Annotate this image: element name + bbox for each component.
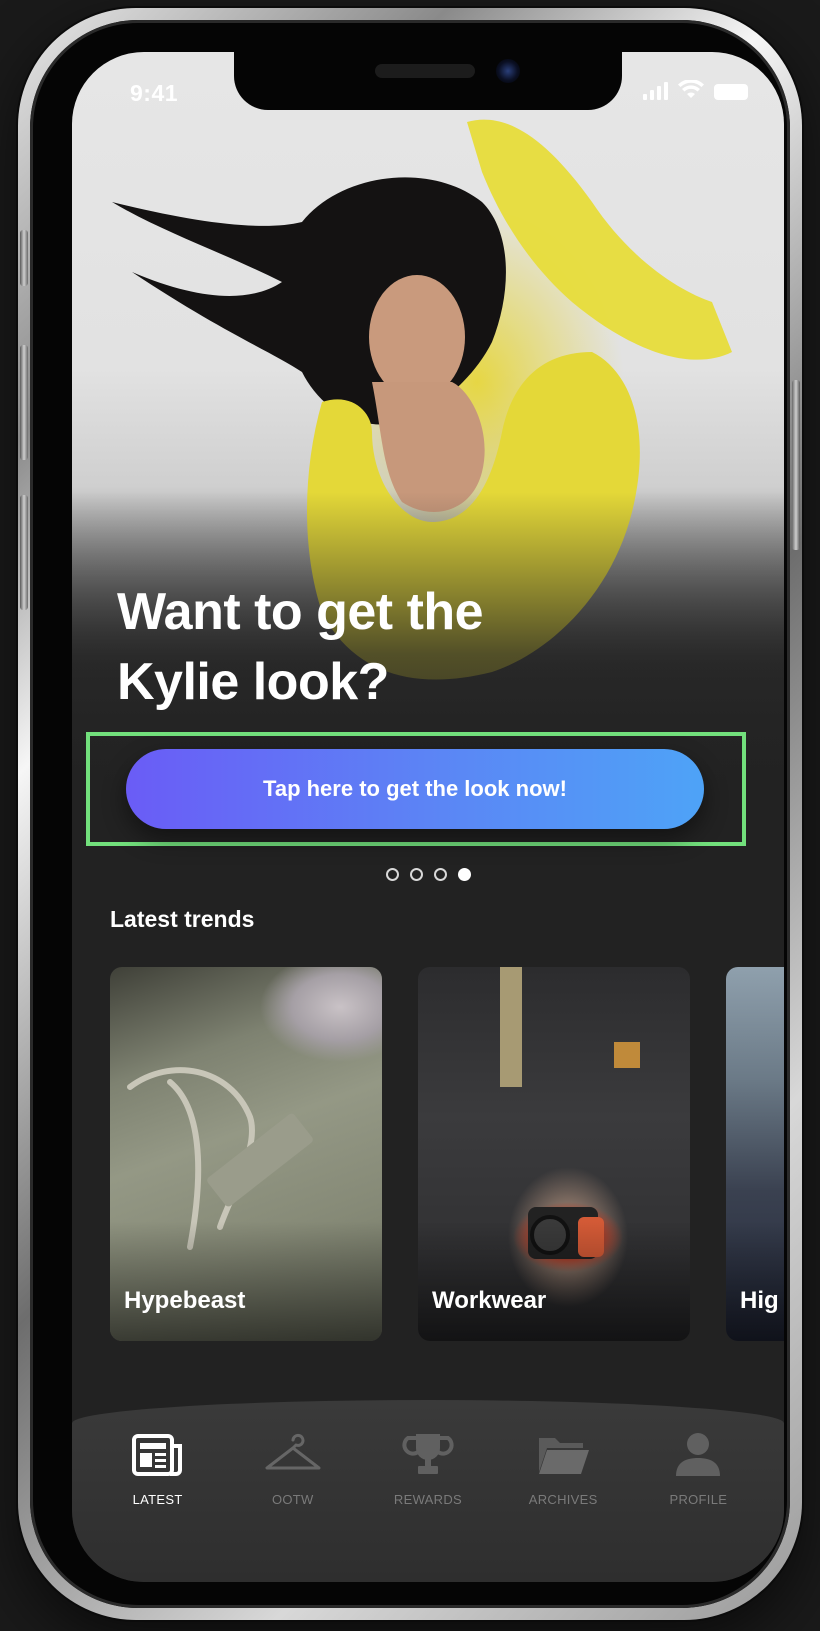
trends-carousel[interactable]: Hypebeast Workwear Hig bbox=[110, 967, 784, 1347]
device-notch bbox=[234, 52, 622, 110]
newspaper-icon bbox=[131, 1434, 182, 1476]
section-title-latest-trends: Latest trends bbox=[110, 906, 255, 932]
tab-archives[interactable]: ARCHIVES bbox=[503, 1430, 623, 1507]
device-mockup: 9:41 Want to get the Kylie look? Tap her… bbox=[0, 0, 820, 1631]
hanger-icon bbox=[265, 1433, 321, 1470]
front-camera bbox=[496, 59, 520, 83]
trend-card-workwear[interactable]: Workwear bbox=[418, 967, 690, 1341]
app-screen: 9:41 Want to get the Kylie look? Tap her… bbox=[72, 52, 784, 1582]
trend-card-label: Hypebeast bbox=[124, 1287, 246, 1314]
trend-card-label: Hig bbox=[740, 1287, 779, 1314]
earpiece-speaker bbox=[375, 64, 475, 78]
tab-rewards[interactable]: REWARDS bbox=[368, 1430, 488, 1507]
tab-label: LATEST bbox=[132, 1492, 183, 1507]
tab-profile[interactable]: PROFILE bbox=[638, 1430, 758, 1507]
trend-card-shade bbox=[726, 1221, 784, 1341]
trend-card-shade bbox=[110, 1221, 382, 1341]
pager-dot-4[interactable] bbox=[457, 868, 471, 881]
status-time: 9:41 bbox=[130, 80, 179, 106]
signal-icon bbox=[643, 82, 668, 100]
trophy-icon bbox=[402, 1434, 454, 1474]
tab-label: OOTW bbox=[271, 1492, 314, 1507]
trend-card-shade bbox=[418, 1221, 690, 1341]
wifi-icon bbox=[678, 80, 704, 98]
hero-banner[interactable] bbox=[72, 52, 784, 852]
mute-switch bbox=[20, 230, 28, 286]
tab-bar-items: LATEST OOTW REWARDS ARCHIVES PROFILE bbox=[72, 1430, 784, 1507]
tab-ootw[interactable]: OOTW bbox=[233, 1430, 353, 1507]
pager-dot-3[interactable] bbox=[433, 868, 447, 881]
get-the-look-button[interactable]: Tap here to get the look now! bbox=[126, 749, 704, 829]
battery-icon bbox=[714, 84, 748, 100]
tab-label: REWARDS bbox=[393, 1492, 462, 1507]
trend-card-hypebeast[interactable]: Hypebeast bbox=[110, 967, 382, 1341]
person-icon bbox=[676, 1433, 721, 1476]
pager-dot-1[interactable] bbox=[385, 868, 399, 881]
trend-card-label: Workwear bbox=[432, 1287, 547, 1314]
folder-icon bbox=[539, 1438, 590, 1474]
tab-label: PROFILE bbox=[669, 1492, 728, 1507]
tab-label: ARCHIVES bbox=[528, 1492, 598, 1507]
bottom-tab-bar: LATEST OOTW REWARDS ARCHIVES PROFILE bbox=[72, 1400, 784, 1582]
hero-headline-line1: Want to get the bbox=[117, 583, 484, 641]
hero-headline: Want to get the Kylie look? bbox=[117, 577, 717, 717]
power-button bbox=[792, 380, 800, 550]
status-icons bbox=[643, 80, 748, 100]
volume-up-button bbox=[20, 345, 28, 460]
tab-latest[interactable]: LATEST bbox=[98, 1430, 218, 1507]
hero-headline-line2: Kylie look? bbox=[117, 653, 389, 711]
volume-down-button bbox=[20, 495, 28, 610]
carousel-pager bbox=[72, 868, 784, 881]
pager-dot-2[interactable] bbox=[409, 868, 423, 881]
trend-card-partial[interactable]: Hig bbox=[726, 967, 784, 1341]
